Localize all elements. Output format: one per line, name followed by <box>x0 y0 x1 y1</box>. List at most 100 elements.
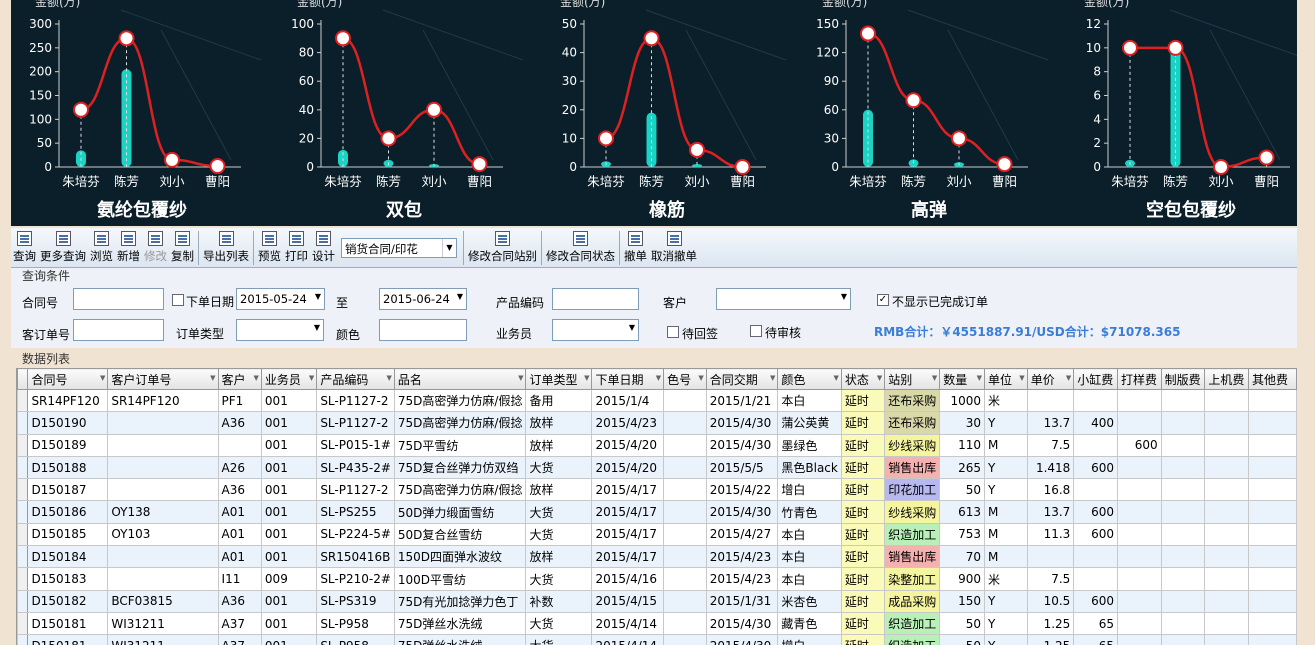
table-row[interactable]: D150187 A36 001 SL-P1127-2 75D高密弹力仿麻/假捻 放样 201… <box>17 478 1297 502</box>
pending-review-checkbox[interactable] <box>750 325 762 337</box>
filter-icon[interactable]: ▼ <box>1019 374 1024 382</box>
filter-icon[interactable]: ▼ <box>877 374 882 382</box>
row-selector[interactable] <box>17 545 29 569</box>
row-selector[interactable] <box>17 388 29 413</box>
table-row[interactable]: D150190 A36 001 SL-P1127-2 75D高密弹力仿麻/假捻 放样 201… <box>17 411 1297 435</box>
order-type-select[interactable]: ▼ <box>236 319 324 341</box>
filter-icon[interactable]: ▼ <box>387 374 392 382</box>
column-header[interactable]: 合同号 ▼ <box>27 368 109 390</box>
column-header[interactable]: 色号 ▼ <box>663 368 707 390</box>
table-cell <box>1160 611 1206 636</box>
table-row[interactable]: D150181WI31211A37001SL-P95875D弹丝水洗绒大货201… <box>17 634 1297 645</box>
column-header[interactable]: 客户订单号 ▼ <box>107 368 219 390</box>
table-row[interactable]: D150184 A01 001 SR150416B 150D四面弹水波纹 放样 2015/4… <box>17 545 1297 569</box>
cancel-withdraw-button[interactable]: 取消撤单 <box>649 228 699 266</box>
modify-status-button[interactable]: 修改合同状态 <box>544 228 617 266</box>
row-selector[interactable] <box>17 478 29 502</box>
column-header[interactable]: 品名 ▼ <box>393 368 527 390</box>
column-header[interactable]: 站别 ▼ <box>884 368 941 390</box>
table-row[interactable]: D150188 A26 001 SL-P435-2# 75D复合丝弹力仿双绉 大货 2015… <box>17 455 1297 480</box>
table-row[interactable]: D150189 001 SL-P015-1# 75D平雪纺 放样 2015/4/20 201… <box>17 433 1297 457</box>
column-header[interactable]: 单价 ▼ <box>1026 368 1075 390</box>
date-from-picker[interactable]: 2015-05-24 ▼ <box>236 288 325 310</box>
table-row[interactable]: D150181WI31211A37001SL-P95875D弹丝水洗绒大货201… <box>17 611 1297 636</box>
filter-icon[interactable]: ▼ <box>977 374 982 382</box>
chart-svg: 金额(万) 12 10 8 6 4 2 0 朱培芬 陈芳 刘小 曹阳 <box>1084 0 1297 189</box>
more-query-button[interactable]: 更多查询 <box>38 228 88 266</box>
column-header[interactable]: 制版费 <box>1160 368 1206 390</box>
order-date-checkbox[interactable] <box>172 294 184 306</box>
column-header[interactable]: 状态 ▼ <box>840 368 886 390</box>
query-button[interactable]: 查询 <box>11 228 38 266</box>
column-header[interactable]: 单位 ▼ <box>983 368 1028 390</box>
filter-icon[interactable]: ▼ <box>698 374 703 382</box>
withdraw-button[interactable]: 撤单 <box>622 228 649 266</box>
column-header[interactable]: 客户 ▼ <box>217 368 262 390</box>
column-header[interactable]: 打样费 <box>1116 368 1162 390</box>
column-header[interactable]: 订单类型 ▼ <box>525 368 593 390</box>
filter-icon[interactable]: ▼ <box>309 374 314 382</box>
column-header[interactable]: 下单日期 ▼ <box>591 368 665 390</box>
customer-select[interactable]: ▼ <box>716 288 851 310</box>
column-header[interactable]: 小缸费 <box>1073 368 1118 390</box>
row-selector[interactable] <box>17 589 29 613</box>
series-line <box>342 37 480 166</box>
contract-no-input[interactable] <box>73 288 164 310</box>
table-cell: SL-P435-2# <box>316 455 395 480</box>
design-button[interactable]: 设计 <box>310 228 337 266</box>
column-header[interactable]: 其他费 <box>1248 368 1297 390</box>
customer-order-input[interactable] <box>73 319 164 341</box>
filter-icon[interactable]: ▼ <box>254 374 259 382</box>
column-header[interactable]: 颜色 ▼ <box>777 368 842 390</box>
edit-button[interactable]: 修改 <box>142 228 169 266</box>
product-code-input[interactable] <box>552 288 639 310</box>
table-row[interactable]: D150185 OY103 A01 001 SL-P224-5# 50D复合丝雪纺 大货 20… <box>17 522 1297 547</box>
column-header[interactable]: 业务员 ▼ <box>260 368 318 390</box>
table-cell: D150181 <box>27 634 109 645</box>
table-row[interactable]: D150186 OY138 A01 001 SL-PS255 50D弹力缎面雪纺 大货 201… <box>17 500 1297 524</box>
salesman-select[interactable]: ▼ <box>552 319 639 341</box>
table-row[interactable]: D150182 BCF03815 A36 001 SL-PS319 75D有光加捻弹力色丁… <box>17 589 1297 613</box>
row-selector[interactable] <box>17 500 29 524</box>
report-template-select[interactable]: 销货合同/印花 ▼ <box>341 238 457 258</box>
hide-done-checkbox[interactable]: ✓ <box>877 294 889 306</box>
row-selector[interactable] <box>17 522 29 547</box>
table-row[interactable]: SR14PF120 SR14PF120 PF1 001 SL-P1127-2 75D高密弹… <box>17 388 1297 413</box>
table-cell <box>1116 611 1162 636</box>
column-header[interactable]: 上机费 <box>1204 368 1250 390</box>
filter-icon[interactable]: ▼ <box>656 374 661 382</box>
browse-button[interactable]: 浏览 <box>88 228 115 266</box>
filter-icon[interactable]: ▼ <box>833 374 838 382</box>
filter-icon[interactable]: ▼ <box>584 374 589 382</box>
new-button[interactable]: 新增 <box>115 228 142 266</box>
preview-button[interactable]: 预览 <box>256 228 283 266</box>
filter-icon[interactable]: ▼ <box>932 374 937 382</box>
table-cell <box>663 567 707 591</box>
row-selector[interactable] <box>17 455 29 480</box>
color-input[interactable] <box>379 319 467 341</box>
row-selector[interactable] <box>17 611 29 636</box>
table-cell: 75D高密弹力仿麻/假捻 <box>393 411 527 435</box>
export-list-button[interactable]: 导出列表 <box>201 228 251 266</box>
date-to-picker[interactable]: 2015-06-24 ▼ <box>379 288 467 310</box>
filter-icon[interactable]: ▼ <box>100 374 105 382</box>
print-button[interactable]: 打印 <box>283 228 310 266</box>
table-cell: 16.8 <box>1026 478 1075 502</box>
row-selector[interactable] <box>17 433 29 457</box>
row-selector[interactable] <box>17 411 29 435</box>
filter-icon[interactable]: ▼ <box>1066 374 1071 382</box>
column-header[interactable]: 数量 ▼ <box>939 368 985 390</box>
row-selector[interactable] <box>17 567 29 591</box>
copy-button[interactable]: 复制 <box>169 228 196 266</box>
table-cell <box>1248 567 1297 591</box>
filter-icon[interactable]: ▼ <box>770 374 775 382</box>
filter-icon[interactable]: ▼ <box>210 374 215 382</box>
filter-icon[interactable]: ▼ <box>518 374 523 382</box>
column-header[interactable]: 合同交期 ▼ <box>705 368 779 390</box>
table-cell <box>1160 433 1206 457</box>
column-header[interactable]: 产品编码 ▼ <box>316 368 395 390</box>
modify-station-button[interactable]: 修改合同站别 <box>466 228 539 266</box>
table-row[interactable]: D150183 I11 009 SL-P210-2# 100D平雪纺 大货 2015/4/1… <box>17 567 1297 591</box>
row-selector[interactable] <box>17 634 29 645</box>
pending-sign-checkbox[interactable] <box>667 326 679 338</box>
